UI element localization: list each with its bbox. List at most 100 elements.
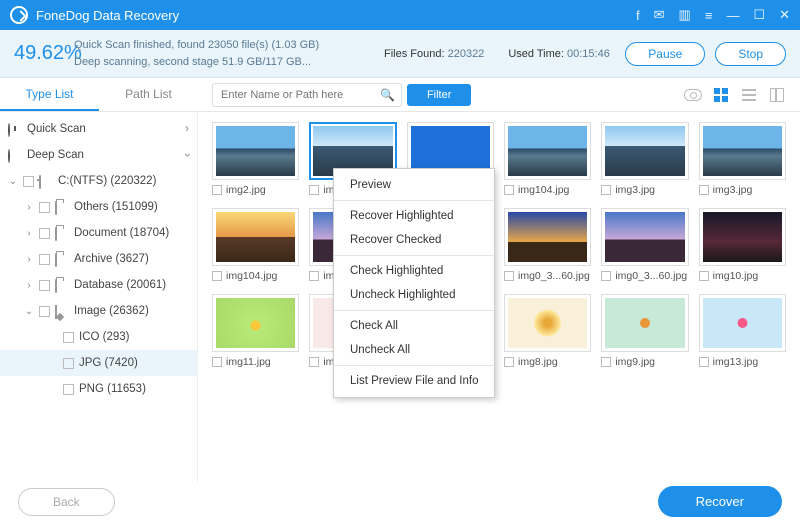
thumbnail-image[interactable] bbox=[699, 208, 786, 266]
thumbnail-checkbox[interactable] bbox=[309, 357, 319, 367]
checkbox[interactable] bbox=[39, 228, 50, 239]
thumbnail-image[interactable] bbox=[699, 122, 786, 180]
menu-uncheck-all[interactable]: Uncheck All bbox=[334, 338, 494, 362]
thumbnail-checkbox[interactable] bbox=[212, 271, 222, 281]
thumbnail-item[interactable]: img104.jpg bbox=[212, 208, 299, 282]
thumbnail-image[interactable] bbox=[504, 294, 591, 352]
close-icon[interactable]: ✕ bbox=[779, 7, 790, 23]
filter-button[interactable]: Filter bbox=[407, 84, 471, 106]
thumbnail-item[interactable]: img11.jpg bbox=[212, 294, 299, 368]
menu-list-preview-info[interactable]: List Preview File and Info bbox=[334, 369, 494, 393]
checkbox[interactable] bbox=[63, 332, 74, 343]
thumbnail-filename: img13.jpg bbox=[713, 356, 759, 368]
menu-separator bbox=[334, 200, 494, 201]
thumbnail-checkbox[interactable] bbox=[504, 271, 514, 281]
thumbnail-image[interactable] bbox=[601, 122, 688, 180]
tree-others[interactable]: ›Others (151099) bbox=[0, 194, 197, 220]
files-found-value: 220322 bbox=[448, 48, 485, 60]
tab-type-list[interactable]: Type List bbox=[0, 79, 99, 111]
scan-status-line1: Quick Scan finished, found 23050 file(s)… bbox=[74, 37, 354, 54]
thumbnail-image[interactable] bbox=[212, 122, 299, 180]
scan-status-line2: Deep scanning, second stage 51.9 GB/117 … bbox=[74, 54, 354, 71]
thumbnail-filename: img9.jpg bbox=[615, 356, 655, 368]
thumbnail-image[interactable] bbox=[699, 294, 786, 352]
tree-quick-scan[interactable]: Quick Scan› bbox=[0, 116, 197, 142]
tree-ico[interactable]: ›ICO (293) bbox=[0, 324, 197, 350]
thumbnail-checkbox[interactable] bbox=[504, 357, 514, 367]
menu-icon[interactable]: ≡ bbox=[705, 8, 713, 23]
thumbnail-checkbox[interactable] bbox=[212, 357, 222, 367]
checkbox[interactable] bbox=[39, 202, 50, 213]
checkbox[interactable] bbox=[23, 176, 34, 187]
cart-icon[interactable]: ▥ bbox=[679, 7, 691, 23]
thumbnail-image[interactable] bbox=[212, 294, 299, 352]
view-list-icon[interactable] bbox=[740, 86, 758, 104]
checkbox[interactable] bbox=[63, 358, 74, 369]
thumbnail-image[interactable] bbox=[504, 122, 591, 180]
preview-toggle-icon[interactable] bbox=[684, 86, 702, 104]
thumbnail-item[interactable]: img104.jpg bbox=[504, 122, 591, 196]
tree-database[interactable]: ›Database (20061) bbox=[0, 272, 197, 298]
thumbnail-checkbox[interactable] bbox=[601, 357, 611, 367]
tree-drive[interactable]: ⌄C:(NTFS) (220322) bbox=[0, 168, 197, 194]
menu-check-all[interactable]: Check All bbox=[334, 314, 494, 338]
facebook-icon[interactable]: f bbox=[636, 8, 640, 23]
tab-path-list[interactable]: Path List bbox=[99, 79, 198, 111]
thumbnail-checkbox[interactable] bbox=[601, 185, 611, 195]
thumbnail-item[interactable]: img9.jpg bbox=[601, 294, 688, 368]
view-grid-icon[interactable] bbox=[712, 86, 730, 104]
thumbnail-item[interactable]: img13.jpg bbox=[699, 294, 786, 368]
menu-uncheck-highlighted[interactable]: Uncheck Highlighted bbox=[334, 283, 494, 307]
tree-document[interactable]: ›Document (18704) bbox=[0, 220, 197, 246]
recover-button[interactable]: Recover bbox=[658, 486, 782, 517]
menu-recover-checked[interactable]: Recover Checked bbox=[334, 228, 494, 252]
thumbnail-checkbox[interactable] bbox=[699, 271, 709, 281]
menu-preview[interactable]: Preview bbox=[334, 173, 494, 197]
thumbnail-item[interactable]: img3.jpg bbox=[601, 122, 688, 196]
thumbnail-item[interactable]: img3.jpg bbox=[699, 122, 786, 196]
thumbnail-checkbox[interactable] bbox=[309, 185, 319, 195]
thumbnail-item[interactable]: img0_3...60.jpg bbox=[601, 208, 688, 282]
menu-check-highlighted[interactable]: Check Highlighted bbox=[334, 259, 494, 283]
thumbnail-checkbox[interactable] bbox=[504, 185, 514, 195]
checkbox[interactable] bbox=[39, 306, 50, 317]
checkbox[interactable] bbox=[39, 280, 50, 291]
thumbnail-image[interactable] bbox=[212, 208, 299, 266]
search-input[interactable] bbox=[212, 83, 402, 107]
tree-image[interactable]: ⌄Image (26362) bbox=[0, 298, 197, 324]
thumbnail-image[interactable] bbox=[601, 208, 688, 266]
tree-jpg[interactable]: ›JPG (7420) bbox=[0, 350, 197, 376]
footer: Back Recover bbox=[0, 482, 800, 521]
sidebar-tree: Quick Scan› Deep Scan› ⌄C:(NTFS) (220322… bbox=[0, 112, 198, 482]
thumbnail-checkbox[interactable] bbox=[309, 271, 319, 281]
menu-separator bbox=[334, 310, 494, 311]
toolbar: Type List Path List 🔍 Filter bbox=[0, 78, 800, 112]
tree-archive[interactable]: ›Archive (3627) bbox=[0, 246, 197, 272]
view-detail-icon[interactable] bbox=[768, 86, 786, 104]
thumbnail-item[interactable]: img2.jpg bbox=[212, 122, 299, 196]
thumbnail-image[interactable] bbox=[601, 294, 688, 352]
thumbnail-filename: img104.jpg bbox=[518, 184, 569, 196]
tree-label: Quick Scan bbox=[27, 123, 86, 135]
menu-separator bbox=[334, 255, 494, 256]
tree-png[interactable]: ›PNG (11653) bbox=[0, 376, 197, 402]
thumbnail-image[interactable] bbox=[504, 208, 591, 266]
menu-recover-highlighted[interactable]: Recover Highlighted bbox=[334, 204, 494, 228]
thumbnail-item[interactable]: img10.jpg bbox=[699, 208, 786, 282]
pause-button[interactable]: Pause bbox=[625, 42, 705, 66]
minimize-icon[interactable]: — bbox=[726, 8, 739, 23]
thumbnail-checkbox[interactable] bbox=[699, 357, 709, 367]
thumbnail-item[interactable]: img8.jpg bbox=[504, 294, 591, 368]
back-button[interactable]: Back bbox=[18, 488, 115, 516]
thumbnail-filename: img104.jpg bbox=[226, 270, 277, 282]
tree-deep-scan[interactable]: Deep Scan› bbox=[0, 142, 197, 168]
checkbox[interactable] bbox=[63, 384, 74, 395]
thumbnail-item[interactable]: img0_3...60.jpg bbox=[504, 208, 591, 282]
maximize-icon[interactable]: ☐ bbox=[753, 7, 765, 23]
thumbnail-checkbox[interactable] bbox=[601, 271, 611, 281]
thumbnail-checkbox[interactable] bbox=[699, 185, 709, 195]
checkbox[interactable] bbox=[39, 254, 50, 265]
stop-button[interactable]: Stop bbox=[715, 42, 786, 66]
thumbnail-checkbox[interactable] bbox=[212, 185, 222, 195]
feedback-icon[interactable]: ✉ bbox=[654, 7, 665, 23]
